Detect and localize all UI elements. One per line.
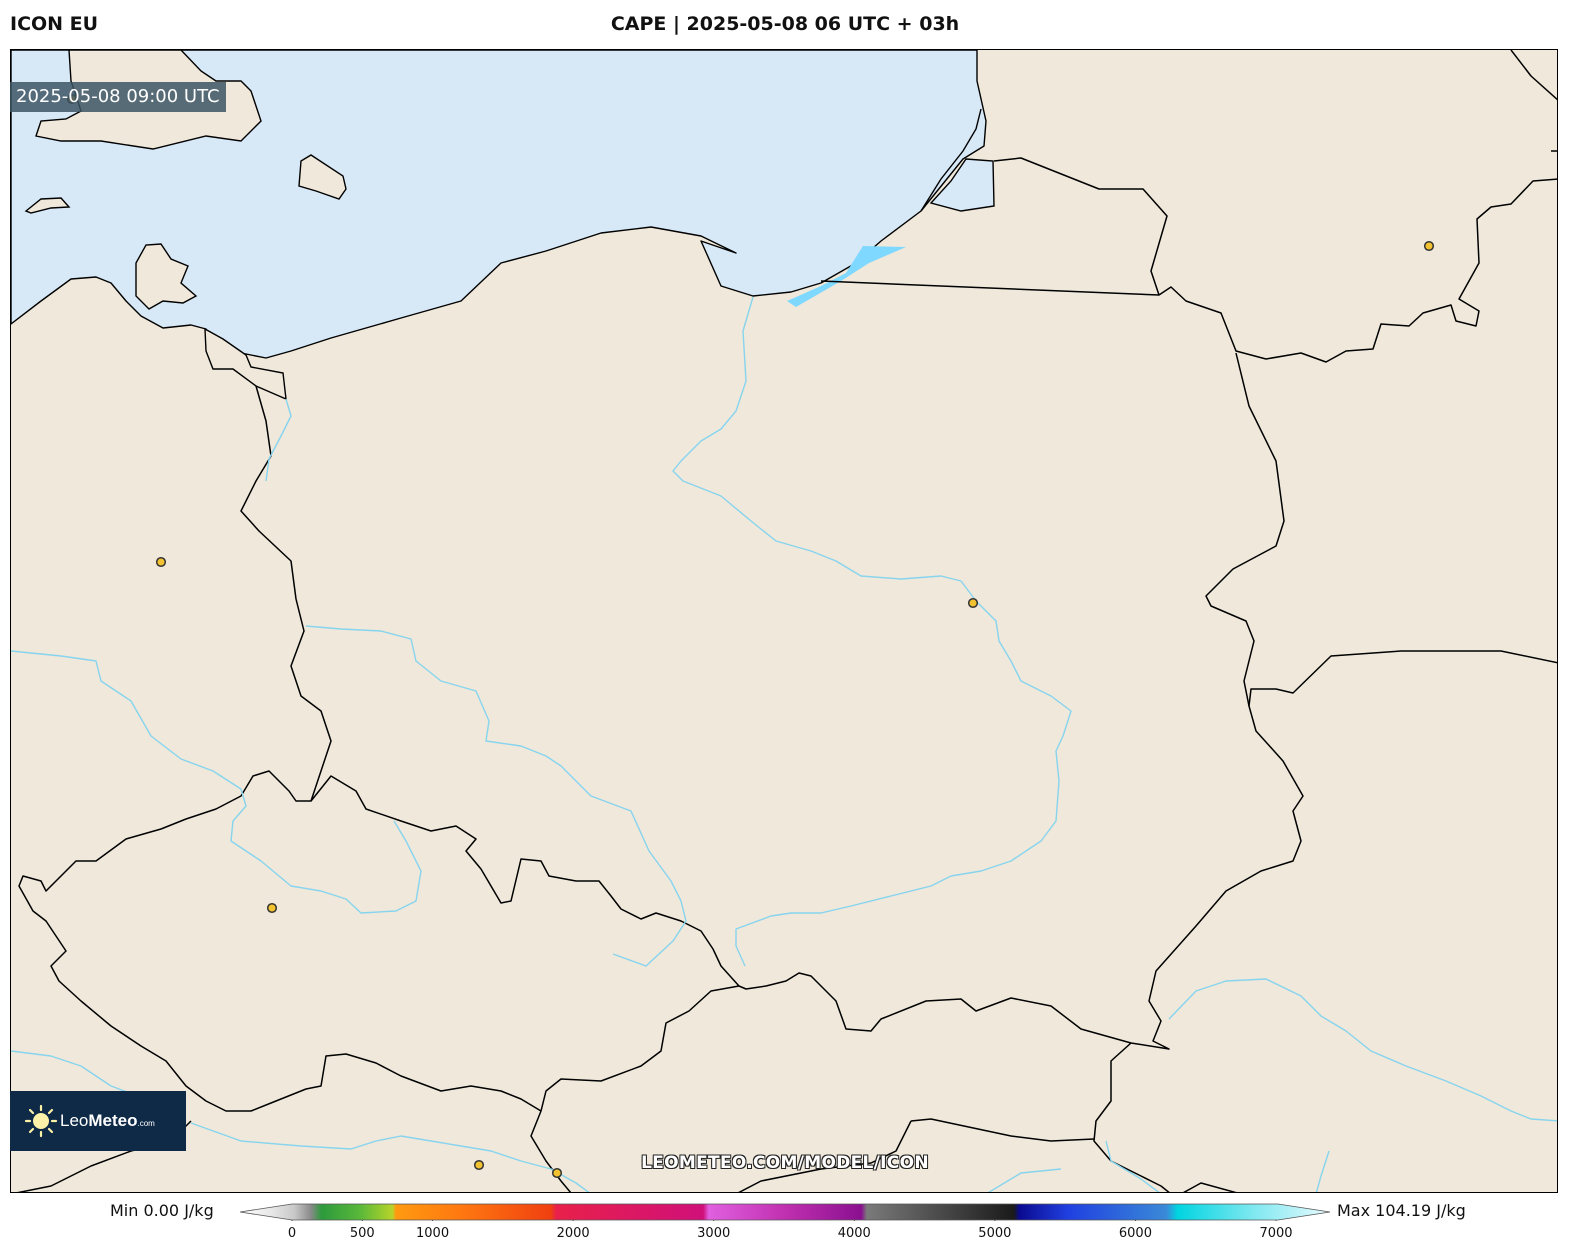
colorbar-tick-label: 1000 — [416, 1226, 450, 1241]
colorbar-tick-label: 0 — [287, 1226, 297, 1241]
sun-icon — [24, 1104, 58, 1138]
colorbar-tick-label: 6000 — [1118, 1226, 1152, 1241]
city-marker-vilnius — [1423, 240, 1435, 252]
legend-max-label: Max 104.19 J/kg — [1337, 1201, 1466, 1220]
legend-min-label: Min 0.00 J/kg — [110, 1201, 214, 1220]
colorbar-tick-label: 3000 — [697, 1226, 731, 1241]
city-marker-warsaw — [967, 597, 979, 609]
colorbar-tick-label: 5000 — [978, 1226, 1012, 1241]
logo-name-bold: Meteo — [88, 1111, 138, 1130]
colorbar-tick-label: 4000 — [837, 1226, 871, 1241]
watermark-url[interactable]: LEOMETEO.COM/MODEL/ICON — [0, 1153, 1570, 1173]
city-marker-berlin — [155, 556, 167, 568]
map-canvas[interactable] — [11, 50, 1558, 1193]
colorbar-tick-label: 7000 — [1259, 1226, 1293, 1241]
colorbar-tick-label: 2000 — [556, 1226, 590, 1241]
map-title: CAPE | 2025-05-08 06 UTC + 03h — [610, 13, 960, 35]
logo-wordmark: LeoMeteo.com — [60, 1111, 155, 1131]
map-panel[interactable] — [10, 49, 1558, 1193]
city-marker-prague — [266, 902, 278, 914]
colorbar-tick-label: 500 — [349, 1226, 375, 1241]
valid-time-label: 2025-05-08 09:00 UTC — [10, 82, 226, 112]
logo-name-light: Leo — [60, 1111, 89, 1130]
leometeo-logo[interactable]: LeoMeteo.com — [10, 1091, 186, 1151]
cape-colorbar — [240, 1203, 1330, 1221]
logo-suffix: .com — [137, 1119, 155, 1128]
